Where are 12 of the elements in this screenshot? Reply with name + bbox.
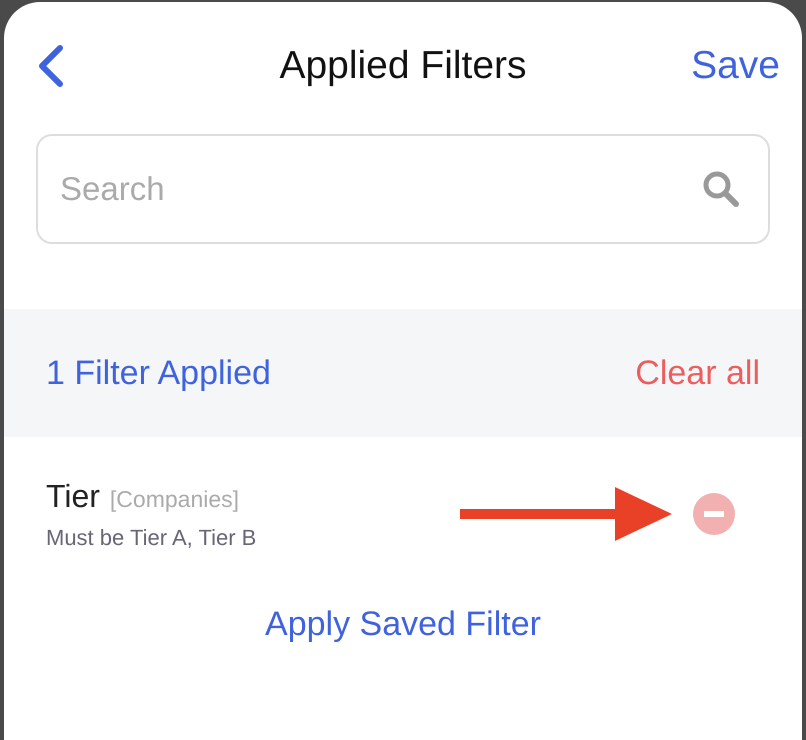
filter-scope: [Companies] — [110, 486, 240, 512]
clear-all-button[interactable]: Clear all — [635, 354, 760, 392]
save-button[interactable]: Save — [691, 44, 780, 88]
filter-name: Tier — [46, 478, 100, 514]
filter-count: 1 Filter Applied — [46, 354, 271, 392]
chevron-left-icon — [36, 44, 66, 88]
apply-saved-filter-link[interactable]: Apply Saved Filter — [265, 605, 541, 644]
minus-circle-icon — [692, 492, 736, 536]
filter-description: Must be Tier A, Tier B — [46, 524, 256, 550]
screen-title: Applied Filters — [279, 44, 527, 88]
search-field[interactable]: Search — [36, 134, 770, 244]
back-button[interactable] — [36, 44, 66, 88]
